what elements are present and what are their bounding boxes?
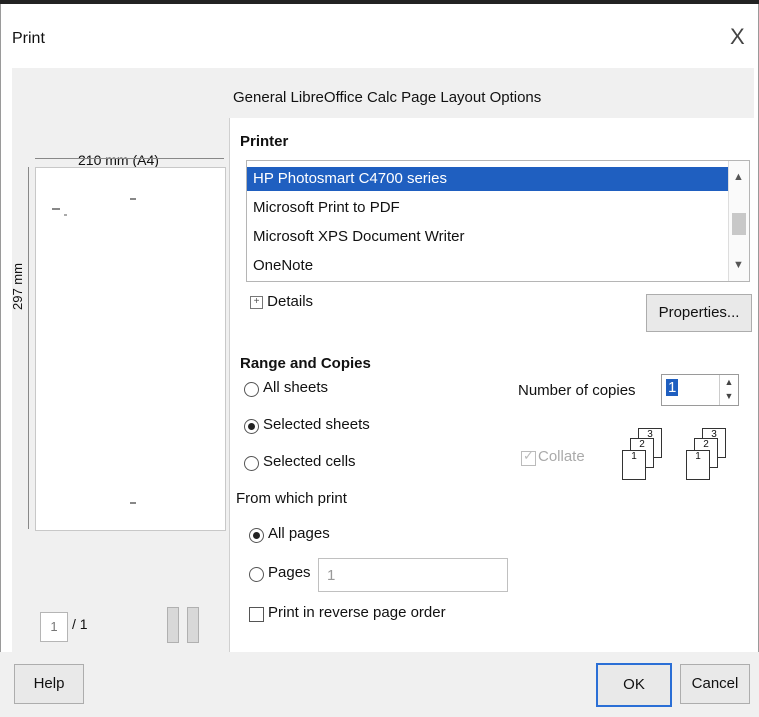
preview-next-button[interactable]: [187, 607, 199, 643]
collate-checkbox[interactable]: ✓: [521, 448, 536, 466]
printer-list[interactable]: HP Photosmart C4700 series Microsoft Pri…: [246, 160, 750, 282]
expand-plus-icon: +: [250, 295, 263, 309]
tab-page-layout[interactable]: Page Layout: [401, 89, 485, 106]
preview-width-label: 210 mm (A4): [78, 152, 159, 168]
preview-height-line: [28, 167, 29, 529]
scroll-up-icon[interactable]: ▲: [733, 171, 744, 183]
printer-list-scrollbar[interactable]: ▲ ▼: [728, 161, 749, 281]
preview-mark: [130, 502, 136, 504]
reverse-order-label: Print in reverse page order: [268, 604, 446, 621]
tab-general[interactable]: General: [233, 89, 286, 106]
scrollbar-thumb[interactable]: [732, 213, 746, 235]
window-top-edge: [0, 0, 759, 4]
collate-label: Collate: [538, 448, 585, 465]
pages-label: Pages: [268, 564, 311, 581]
selected-sheets-radio[interactable]: [244, 419, 259, 434]
properties-button[interactable]: Properties...: [646, 294, 752, 332]
details-expander[interactable]: + Details: [250, 293, 313, 310]
preview-mark: [52, 208, 60, 210]
tab-bar: General LibreOffice Calc Page Layout Opt…: [233, 89, 541, 106]
collated-pages-icon: 3 2 1: [620, 428, 664, 482]
ok-button[interactable]: OK: [596, 663, 672, 707]
pages-radio[interactable]: [249, 567, 264, 582]
printer-item-hp-photosmart[interactable]: HP Photosmart C4700 series: [247, 167, 731, 191]
preview-mark: [130, 198, 136, 200]
from-which-print-label: From which print: [236, 490, 347, 507]
checkmark-icon: ✓: [523, 448, 534, 463]
preview-mark: [64, 214, 67, 216]
spin-up-icon[interactable]: ▲: [720, 375, 738, 389]
collated-pages-icon-2: 3 2 1: [682, 428, 726, 482]
window-title: Print: [12, 30, 45, 47]
reverse-order-checkbox[interactable]: [249, 607, 264, 622]
all-sheets-radio[interactable]: [244, 382, 259, 397]
selected-sheets-label: Selected sheets: [263, 416, 370, 433]
preview-page-input[interactable]: 1: [40, 612, 68, 642]
copies-spinbox[interactable]: 1 ▲ ▼: [661, 374, 739, 406]
cancel-button[interactable]: Cancel: [680, 664, 750, 704]
page-preview: [35, 167, 226, 531]
all-pages-label: All pages: [268, 525, 330, 542]
selected-cells-label: Selected cells: [263, 453, 356, 470]
printer-heading: Printer: [240, 133, 289, 150]
tab-libreoffice-calc[interactable]: LibreOffice Calc: [291, 89, 397, 106]
preview-prev-button[interactable]: [167, 607, 179, 643]
number-of-copies-label: Number of copies: [518, 382, 636, 399]
copies-spin-arrows[interactable]: ▲ ▼: [719, 375, 738, 405]
spin-down-icon[interactable]: ▼: [720, 389, 738, 403]
selected-cells-radio[interactable]: [244, 456, 259, 471]
details-label: Details: [267, 293, 314, 310]
close-icon[interactable]: X: [730, 24, 745, 50]
copies-value[interactable]: 1: [666, 379, 679, 396]
printer-item-onenote[interactable]: OneNote: [247, 254, 731, 278]
printer-item-xps-writer[interactable]: Microsoft XPS Document Writer: [247, 225, 731, 249]
preview-height-label: 297 mm: [10, 263, 25, 310]
help-button[interactable]: Help: [14, 664, 84, 704]
range-copies-heading: Range and Copies: [240, 355, 371, 372]
scroll-down-icon[interactable]: ▼: [733, 259, 744, 271]
preview-width-line: [35, 158, 224, 159]
preview-page-total: / 1: [72, 616, 88, 632]
tab-options[interactable]: Options: [490, 89, 542, 106]
pages-input[interactable]: 1: [318, 558, 508, 592]
all-sheets-label: All sheets: [263, 379, 329, 396]
all-pages-radio[interactable]: [249, 528, 264, 543]
printer-item-print-to-pdf[interactable]: Microsoft Print to PDF: [247, 196, 731, 220]
